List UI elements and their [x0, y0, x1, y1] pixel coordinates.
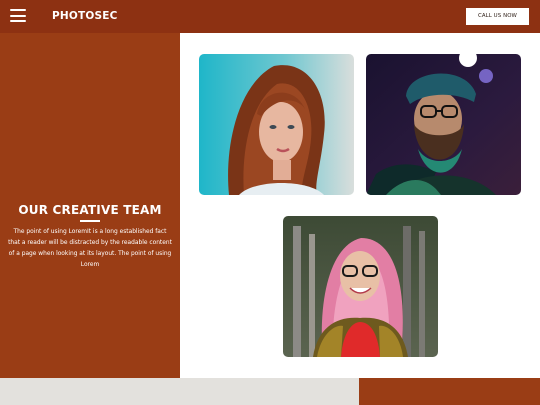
bearded-man-portrait-icon	[366, 54, 521, 195]
woman-portrait-icon	[199, 54, 354, 195]
team-member-photo-3[interactable]	[283, 216, 438, 357]
call-us-now-button[interactable]: CALL US NOW	[466, 8, 529, 25]
team-member-photo-2[interactable]	[366, 54, 521, 195]
team-description: The point of using LoremIt is a long est…	[8, 229, 172, 268]
title-underline	[80, 220, 100, 222]
team-section-title: OUR CREATIVE TEAM	[18, 203, 162, 217]
top-navbar: PHOTOSEC CALL US NOW	[0, 0, 540, 33]
team-member-photo-1[interactable]	[199, 54, 354, 195]
hamburger-menu-icon[interactable]	[10, 9, 26, 22]
footer-left-block	[0, 378, 359, 405]
smiling-woman-portrait-icon	[283, 216, 438, 357]
brand-logo[interactable]: PHOTOSEC	[52, 0, 118, 33]
footer-right-block	[359, 378, 540, 405]
team-intro-panel: OUR CREATIVE TEAM The point of using Lor…	[0, 33, 180, 378]
